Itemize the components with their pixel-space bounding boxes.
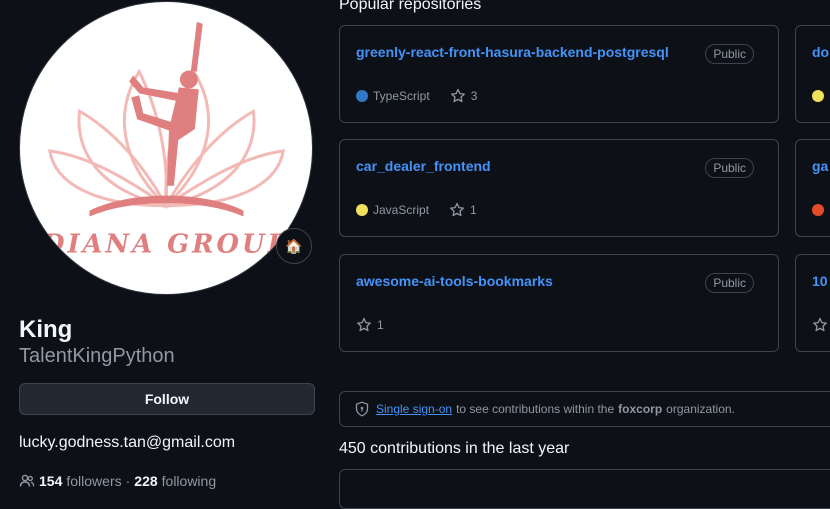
followers-label: followers [66,473,122,489]
popular-repos-title: Popular repositories [339,0,482,13]
status-emoji-button[interactable]: 🏠 [276,228,312,264]
profile-name: King [19,316,73,343]
following-count: 228 [134,473,158,489]
visibility-badge: Public [705,273,754,293]
repo-meta: TypeScript 3 [356,88,477,104]
language-color-dot [356,90,368,102]
star-icon [813,317,827,332]
repo-link[interactable]: ga [812,158,828,174]
profile-login: TalentKingPython [19,345,175,367]
star-count: 1 [470,203,477,217]
follow-stats: 154 followers · 228 following [19,473,216,489]
star-icon [450,88,465,103]
star-count: 1 [377,318,384,332]
language-color-dot [812,204,824,216]
repo-link[interactable]: awesome-ai-tools-bookmarks [356,273,553,289]
following-link[interactable]: 228 following [134,473,216,489]
avatar[interactable]: DIANA GROUP [19,1,313,295]
sso-org: foxcorp [618,402,663,416]
repo-meta: 1 [356,317,384,333]
avatar-logo-text: DIANA GROUP [41,229,290,259]
repo-card-partial: do [795,25,830,123]
contribution-graph [339,469,830,509]
visibility-badge: Public [705,44,754,64]
repo-card: greenly-react-front-hasura-backend-postg… [339,25,779,123]
followers-count: 154 [39,473,63,489]
repo-card: awesome-ai-tools-bookmarks Public 1 [339,254,779,352]
people-icon [19,474,35,487]
avatar-logo-image: DIANA GROUP [41,21,290,259]
profile-email[interactable]: lucky.godness.tan@gmail.com [19,434,235,452]
house-icon: 🏠 [285,237,303,254]
contributions-title: 450 contributions in the last year [339,440,570,457]
sso-notice: Single sign-on to see contributions with… [339,391,830,427]
language-color-dot [812,90,824,102]
follow-separator: · [125,473,131,489]
star-count: 3 [470,89,478,103]
language-color-dot [356,204,368,216]
sso-text: to see contributions within the [456,402,615,416]
repo-link[interactable]: do [812,44,829,60]
stargazers-link[interactable]: 1 [356,317,384,333]
shield-lock-icon [355,401,369,417]
sso-text-end: organization. [666,402,735,416]
repo-language: TypeScript [373,89,430,103]
followers-link[interactable]: 154 followers [39,473,122,489]
stargazers-link[interactable]: 1 [449,202,477,218]
repo-link[interactable]: greenly-react-front-hasura-backend-postg… [356,44,669,60]
repo-card-partial: 10 [795,254,830,352]
stargazers-link[interactable]: 3 [450,88,478,104]
repo-meta: JavaScript 1 [356,202,477,218]
star-icon [450,202,464,217]
repo-link[interactable]: 10 [812,273,828,289]
repo-link[interactable]: car_dealer_frontend [356,158,491,174]
repo-card-partial: ga [795,139,830,237]
repo-language: JavaScript [373,203,430,217]
sso-link[interactable]: Single sign-on [376,402,452,416]
repo-card: car_dealer_frontend Public JavaScript 1 [339,139,779,237]
follow-button[interactable]: Follow [19,383,315,415]
following-label: following [161,473,217,489]
star-icon [357,317,371,332]
visibility-badge: Public [705,158,754,178]
